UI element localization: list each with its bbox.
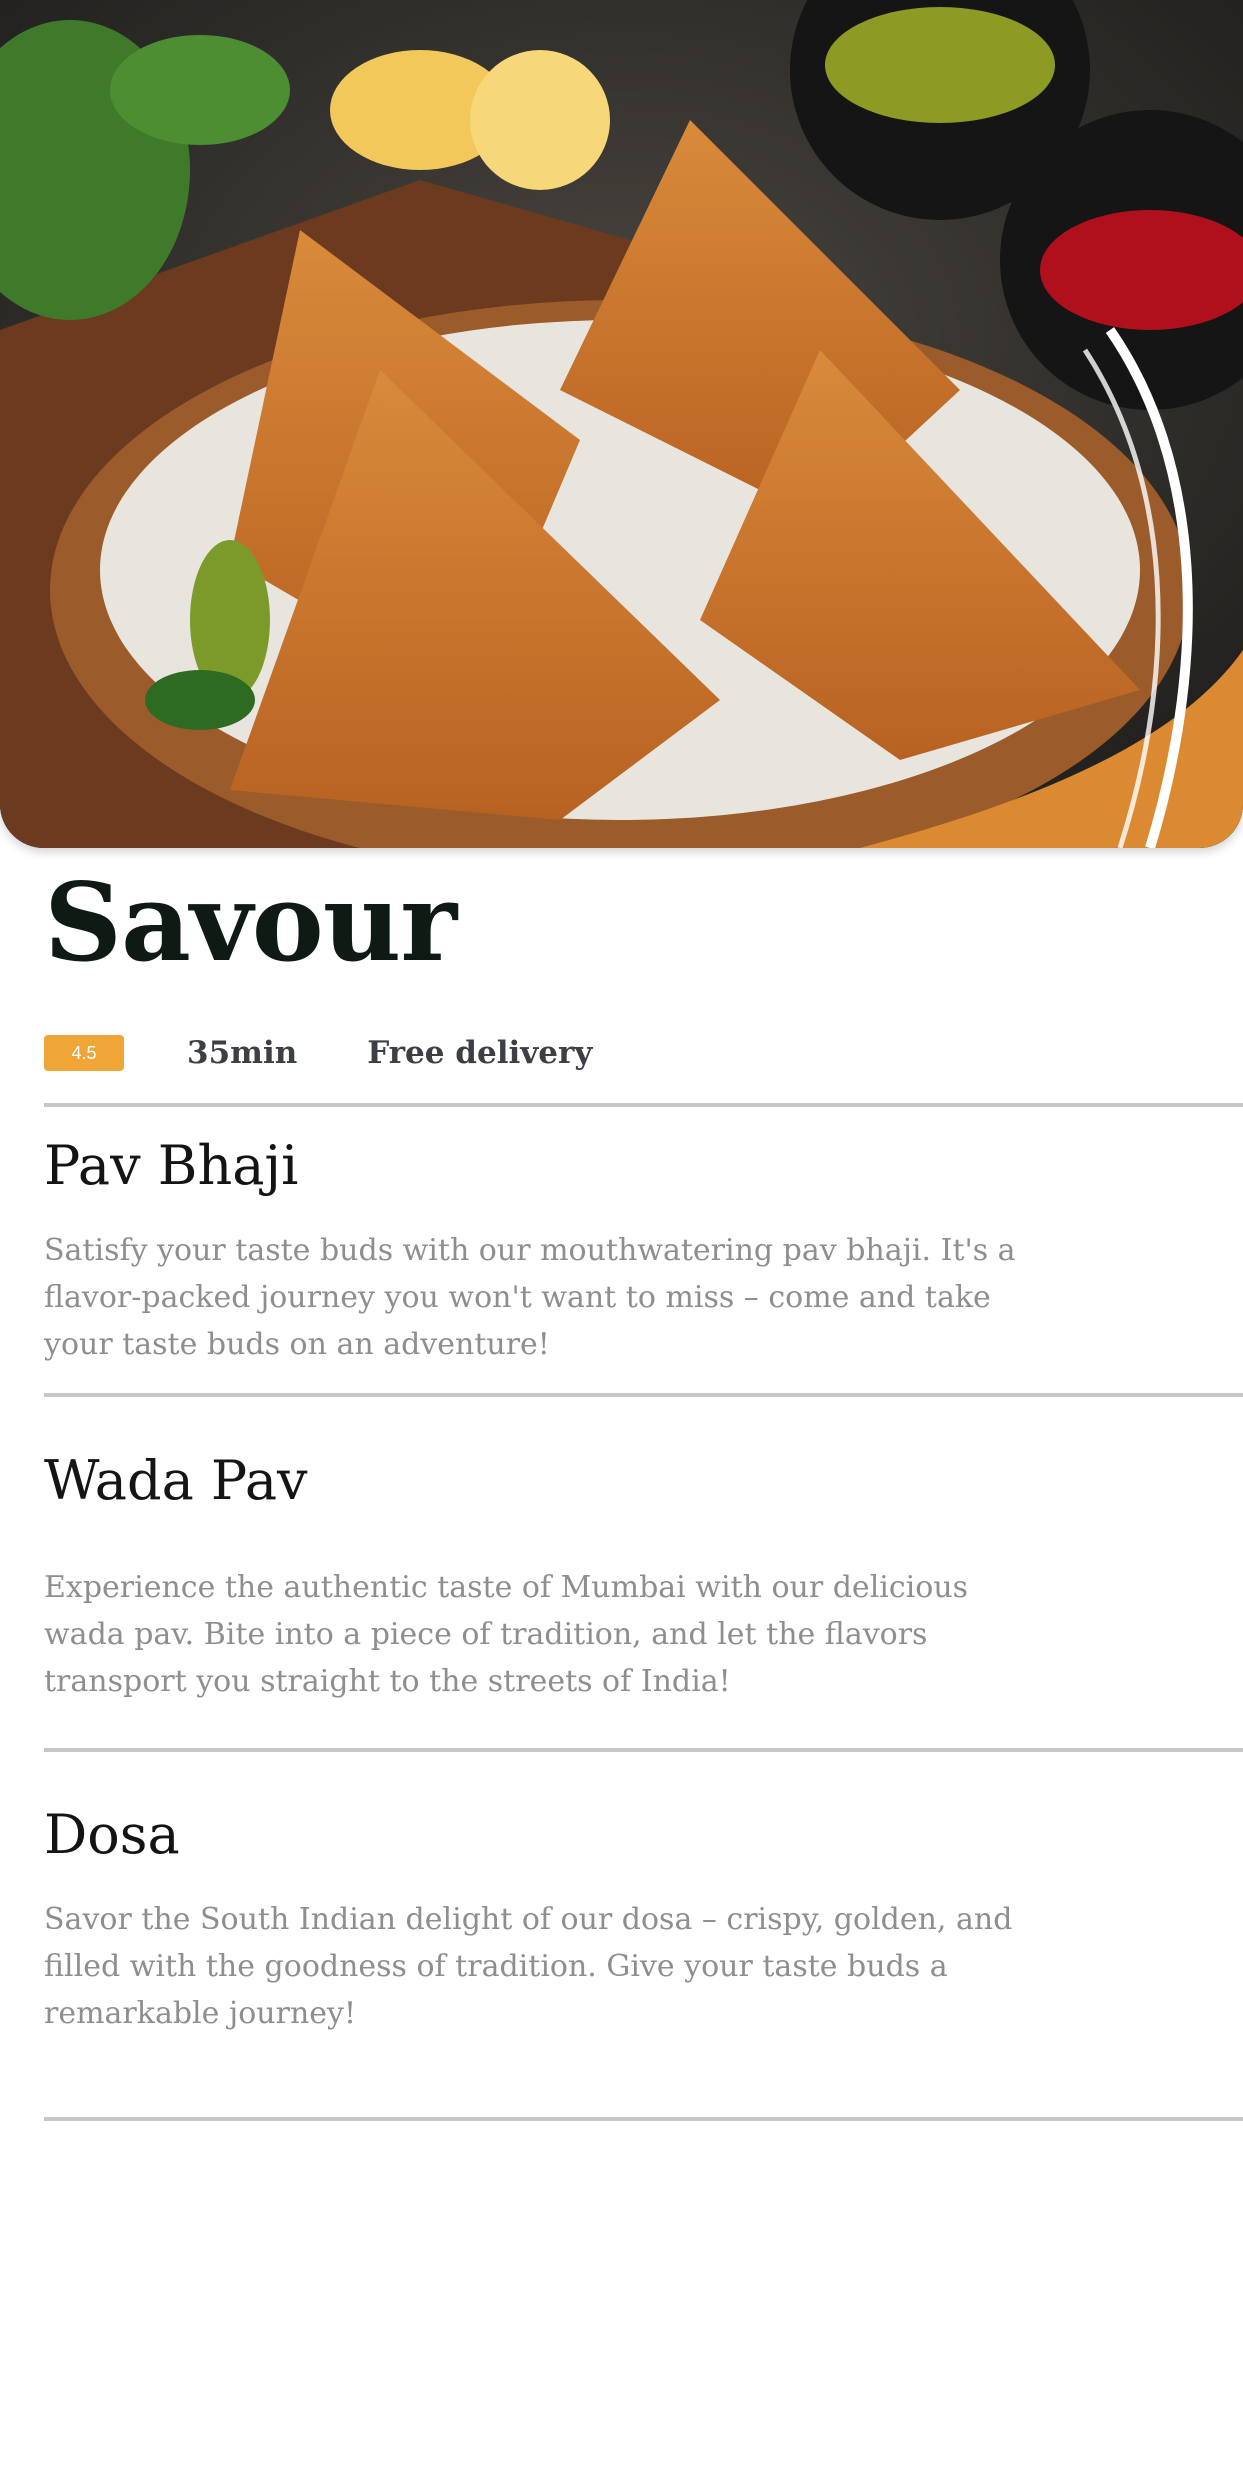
rating-badge: 4.5 xyxy=(44,1035,124,1071)
hero-image xyxy=(0,0,1243,848)
menu-item-description: Experience the authentic taste of Mumbai… xyxy=(44,1570,969,1699)
divider xyxy=(44,1393,1243,1397)
menu-item-name[interactable]: Wada Pav xyxy=(44,1446,308,1516)
divider xyxy=(44,2117,1243,2121)
samosa-illustration xyxy=(0,0,1243,848)
divider xyxy=(44,1103,1243,1107)
delivery-fee: Free delivery xyxy=(367,1035,593,1071)
restaurant-title: Savour xyxy=(44,860,457,986)
delivery-time: 35min xyxy=(187,1035,298,1071)
menu-item-description: Savor the South Indian delight of our do… xyxy=(44,1902,1013,2031)
menu-item-name[interactable]: Pav Bhaji xyxy=(44,1131,298,1201)
divider xyxy=(44,1748,1243,1752)
menu-item-name[interactable]: Dosa xyxy=(44,1800,180,1870)
restaurant-meta: 4.5 35min Free delivery xyxy=(44,1030,592,1076)
menu-item-description: Satisfy your taste buds with our mouthwa… xyxy=(44,1233,1016,1362)
